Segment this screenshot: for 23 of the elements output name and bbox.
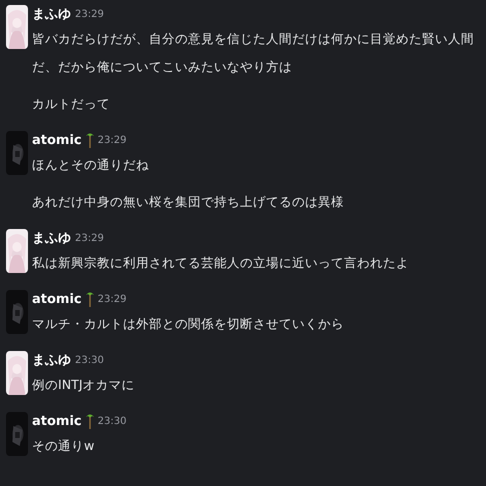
message-text: その通りw xyxy=(32,437,96,455)
message-text: 皆バカだらけだが、自分の意見を信じた人間だけは何かに目覚めた賢い人間だ、だから俺についてこいみたいなやり方は xyxy=(32,30,475,76)
palm-tree-icon xyxy=(86,291,94,307)
timestamp: 23:29 xyxy=(98,294,126,304)
palm-tree-icon xyxy=(86,413,94,429)
message-text: カルトだって xyxy=(32,95,111,113)
username[interactable]: atomic xyxy=(32,292,82,306)
timestamp: 23:29 xyxy=(98,134,126,146)
message-text: マルチ・カルトは外部との関係を切断させていくから xyxy=(32,315,345,333)
timestamp: 23:29 xyxy=(75,8,104,20)
username[interactable]: まふゆ xyxy=(32,5,71,23)
timestamp: 23:29 xyxy=(75,232,104,244)
message-text: あれだけ中身の無い桜を集団で持ち上げてるのは異様 xyxy=(32,193,345,211)
message-text: 例のINTJオカマに xyxy=(32,376,136,394)
username[interactable]: まふゆ xyxy=(32,351,71,369)
timestamp: 23:30 xyxy=(75,354,104,366)
palm-tree-icon xyxy=(86,132,94,148)
message-text: ほんとその通りだね xyxy=(32,156,150,174)
username[interactable]: まふゆ xyxy=(32,229,71,247)
message-text: 私は新興宗教に利用されてる芸能人の立場に近いって言われたよ xyxy=(32,254,410,272)
timestamp: 23:30 xyxy=(98,416,126,426)
username[interactable]: atomic xyxy=(32,414,82,428)
username[interactable]: atomic xyxy=(32,132,82,148)
